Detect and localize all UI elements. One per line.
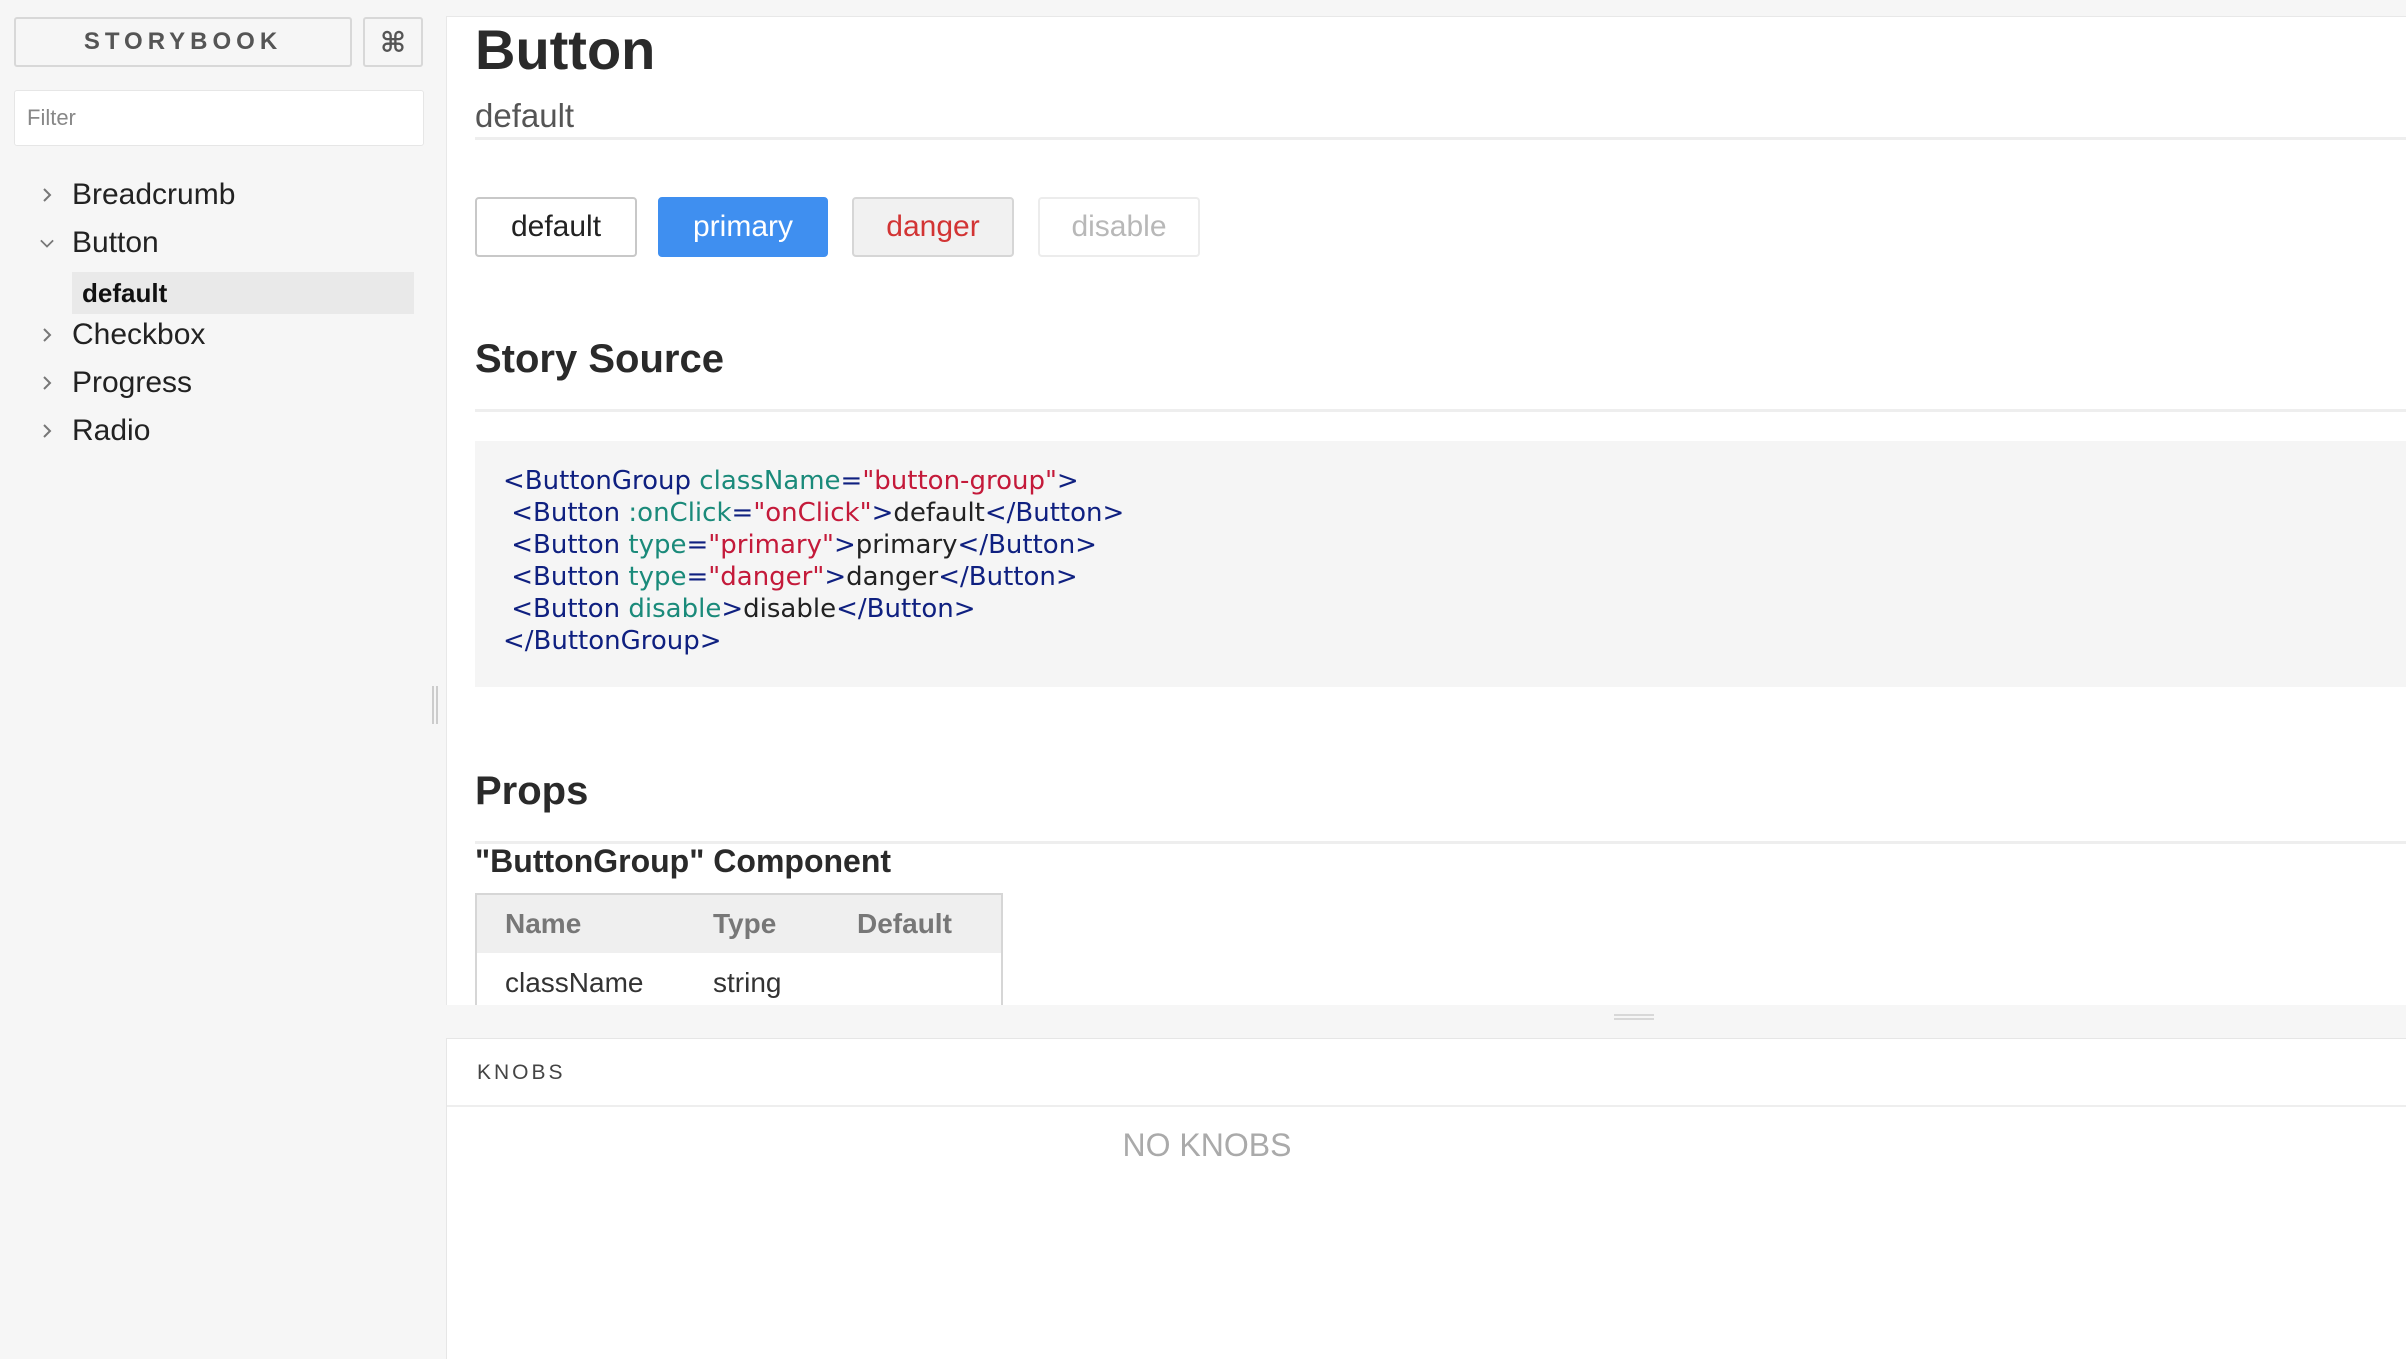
code-token: <ButtonGroup — [503, 466, 692, 496]
sidebar-resize-handle[interactable] — [432, 686, 438, 724]
story-source-title: Story Source — [475, 337, 724, 381]
code-line: <Button type="primary">primary</Button> — [503, 529, 2406, 561]
code-token: </Button> — [836, 594, 976, 624]
code-token: > — [833, 530, 856, 560]
code-token: disable — [620, 594, 722, 624]
code-token: disable — [743, 594, 837, 624]
tree-item-label: Breadcrumb — [72, 178, 236, 211]
preview-panel: Button default default primary danger di… — [446, 16, 2406, 1005]
code-line: <ButtonGroup className="button-group"> — [503, 465, 2406, 497]
tree-story-default[interactable]: default — [72, 272, 414, 314]
sidebar: STORYBOOK ⌘ Breadcrumb Button default Ch… — [0, 0, 440, 1358]
code-line: <Button :onClick="onClick">default</Butt… — [503, 497, 2406, 529]
code-token: = — [840, 466, 863, 496]
code-token: > — [871, 498, 894, 528]
danger-button[interactable]: danger — [852, 197, 1014, 257]
tab-knobs[interactable]: KNOBS — [477, 1061, 566, 1085]
column-header-name: Name — [505, 908, 582, 939]
code-token: </Button> — [984, 498, 1125, 528]
column-header-type: Type — [713, 908, 777, 939]
table-header: Name Type Default — [477, 895, 1001, 953]
code-token: = — [686, 562, 709, 592]
divider — [475, 137, 2406, 140]
code-token: </Button> — [957, 530, 1097, 560]
props-table: Name Type Default className string — [475, 893, 1003, 1005]
code-token: <Button — [503, 594, 621, 624]
divider — [447, 1105, 2406, 1107]
tree-item-label: Progress — [72, 366, 193, 399]
table-row: className string — [477, 953, 1001, 1005]
table-cell: string — [713, 967, 782, 998]
code-token: <Button — [503, 498, 621, 528]
code-line: <Button type="danger">danger</Button> — [503, 561, 2406, 593]
filter-input[interactable] — [14, 90, 424, 146]
code-token: "onClick" — [753, 498, 872, 528]
code-token: :onClick — [620, 498, 732, 528]
code-token: > — [824, 562, 847, 592]
code-token: = — [731, 498, 754, 528]
tree-item-label: Radio — [72, 414, 151, 447]
code-token: > — [721, 594, 744, 624]
chevron-down-icon — [40, 236, 54, 250]
code-token: className — [691, 466, 841, 496]
tree-item-label: Checkbox — [72, 318, 206, 351]
chevron-right-icon — [40, 328, 54, 342]
code-token: <Button — [503, 562, 621, 592]
shortcuts-button[interactable]: ⌘ — [363, 17, 423, 67]
tree-item-label: Button — [72, 226, 159, 259]
code-token: "primary" — [708, 530, 834, 560]
code-token: type — [620, 562, 687, 592]
primary-button[interactable]: primary — [658, 197, 828, 257]
code-token: type — [620, 530, 687, 560]
story-source-code: <ButtonGroup className="button-group"> <… — [475, 441, 2406, 687]
code-token: > — [1056, 466, 1079, 496]
addons-resize-handle[interactable] — [1614, 1014, 1654, 1020]
code-line: <Button disable>disable</Button> — [503, 593, 2406, 625]
code-token: default — [893, 498, 985, 528]
page-subtitle: default — [475, 97, 575, 134]
chevron-right-icon — [40, 376, 54, 390]
page-title: Button — [475, 18, 656, 81]
code-line: </ButtonGroup> — [503, 625, 2406, 657]
code-token: </ButtonGroup> — [503, 626, 722, 656]
table-cell: className — [505, 967, 644, 998]
code-token: primary — [855, 530, 958, 560]
code-token: "button-group" — [862, 466, 1057, 496]
code-token: = — [686, 530, 709, 560]
chevron-right-icon — [40, 424, 54, 438]
chevron-right-icon — [40, 188, 54, 202]
code-token: <Button — [503, 530, 621, 560]
addons-panel: KNOBS NO KNOBS — [446, 1038, 2406, 1359]
divider — [475, 409, 2406, 412]
code-token: danger — [846, 562, 939, 592]
component-title: "ButtonGroup" Component — [475, 843, 892, 879]
command-icon: ⌘ — [380, 26, 406, 58]
code-token: </Button> — [938, 562, 1078, 592]
props-title: Props — [475, 769, 589, 813]
disable-button: disable — [1038, 197, 1200, 257]
empty-state-text: NO KNOBS — [1122, 1127, 1292, 1163]
default-button[interactable]: default — [475, 197, 637, 257]
code-token: "danger" — [708, 562, 825, 592]
storybook-brand-button[interactable]: STORYBOOK — [14, 17, 352, 67]
column-header-default: Default — [857, 908, 952, 939]
